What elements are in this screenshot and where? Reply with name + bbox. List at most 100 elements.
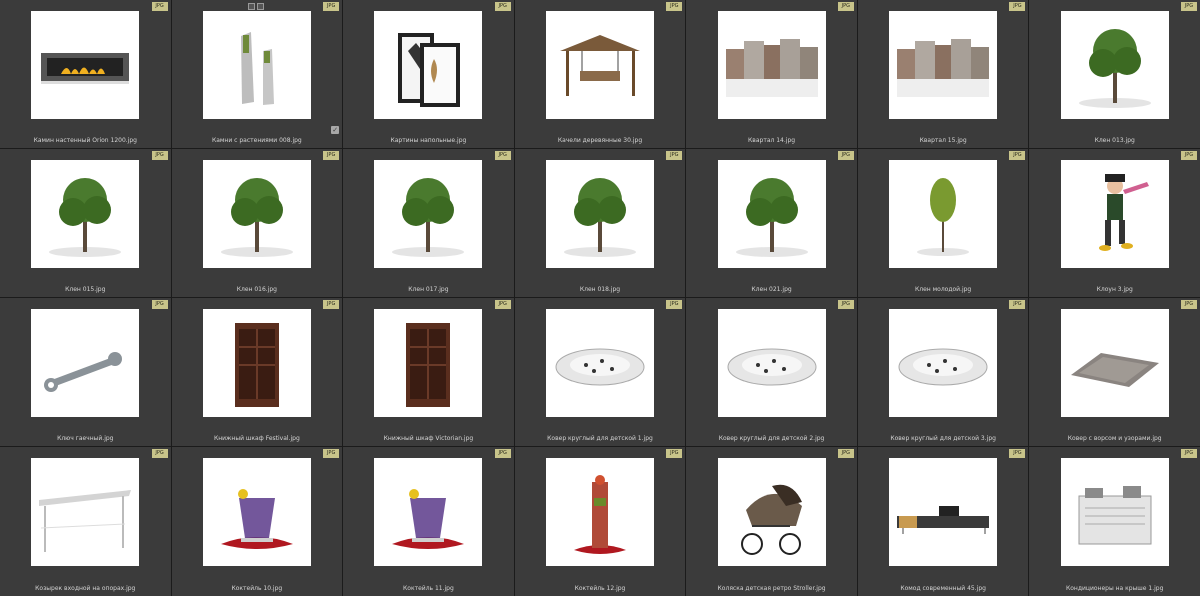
thumbnail-cell[interactable]: JPG Клоун 3.jpg bbox=[1029, 149, 1200, 297]
file-name-label: Коктейль 12.jpg bbox=[574, 585, 626, 592]
paintings-thumbnail-art bbox=[398, 33, 461, 107]
file-name-label: Коктейль 10.jpg bbox=[231, 585, 283, 592]
thumbnail-cell[interactable]: JPG Клен 015.jpg bbox=[0, 149, 171, 297]
thumbnail-toolbar bbox=[247, 3, 264, 10]
thumbnail-cell[interactable]: JPG Квартал 14.jpg bbox=[686, 0, 857, 148]
bookcase-thumbnail[interactable] bbox=[202, 309, 311, 417]
stroller-thumbnail-art bbox=[740, 484, 802, 555]
file-name-label: Ковер круглый для детской 1.jpg bbox=[547, 435, 653, 442]
clown-thumbnail[interactable] bbox=[1060, 160, 1169, 268]
round-rug-thumbnail[interactable] bbox=[889, 309, 998, 417]
thumbnail-cell[interactable]: JPG Качели деревянные 30.jpg bbox=[514, 0, 686, 148]
stones-thumbnail[interactable] bbox=[202, 11, 311, 119]
file-name-label: Козырек входной на опорах.jpg bbox=[35, 585, 136, 592]
tall-cocktail-thumbnail[interactable] bbox=[545, 458, 654, 566]
tree-thumbnail[interactable] bbox=[1060, 11, 1169, 119]
city-block-thumbnail[interactable] bbox=[889, 11, 998, 119]
wrench-thumbnail[interactable] bbox=[31, 309, 140, 417]
file-type-badge: JPG bbox=[666, 2, 683, 11]
file-name-label: Ковер с ворсом и узорами.jpg bbox=[1067, 435, 1162, 442]
thumbnail-cell[interactable]: JPG Клен 021.jpg bbox=[686, 149, 857, 297]
tall-cocktail-thumbnail-art bbox=[573, 475, 626, 554]
city-block-thumbnail[interactable] bbox=[717, 11, 826, 119]
file-type-badge: JPG bbox=[666, 300, 683, 309]
file-name-label: Ключ гаечный.jpg bbox=[57, 435, 114, 442]
thumbnail-cell[interactable]: JPG Коктейль 11.jpg bbox=[343, 447, 514, 596]
tv-stand-thumbnail[interactable] bbox=[889, 458, 998, 566]
thumbnail-cell[interactable]: JPG Клен 018.jpg bbox=[514, 149, 686, 297]
stroller-thumbnail[interactable] bbox=[717, 458, 826, 566]
file-name-label: Картины напольные.jpg bbox=[390, 137, 467, 144]
tree-thumbnail[interactable] bbox=[545, 160, 654, 268]
thumbnail-cell[interactable]: JPG Квартал 15.jpg bbox=[857, 0, 1029, 148]
thumbnail-cell[interactable]: JPG Коктейль 12.jpg bbox=[514, 447, 686, 596]
file-type-badge: JPG bbox=[494, 2, 511, 11]
bookcase-thumbnail[interactable] bbox=[374, 309, 483, 417]
paintings-thumbnail[interactable] bbox=[374, 11, 483, 119]
rug-thumbnail[interactable] bbox=[1060, 309, 1169, 417]
tree-thumbnail[interactable] bbox=[717, 160, 826, 268]
thumbnail-grid: JPG Камин настенный Orion 1200.jpg JPG ✓ Кам… bbox=[0, 0, 1200, 596]
thumbnail-cell[interactable]: JPG Книжный шкаф Victorian.jpg bbox=[343, 298, 514, 446]
file-type-badge: JPG bbox=[1009, 449, 1026, 458]
thumbnail-cell[interactable]: JPG Клен 013.jpg bbox=[1029, 0, 1200, 148]
bookcase-thumbnail-art bbox=[406, 323, 451, 407]
file-type-badge: JPG bbox=[1009, 2, 1026, 11]
tree-thumbnail[interactable] bbox=[374, 160, 483, 268]
clown-thumbnail-art bbox=[1098, 174, 1149, 251]
file-type-badge: JPG bbox=[151, 449, 168, 458]
thumbnail-cell[interactable]: JPG Клен молодой.jpg bbox=[857, 149, 1029, 297]
file-name-label: Клен 021.jpg bbox=[751, 286, 792, 293]
thumbnail-cell[interactable]: JPG Ковер с ворсом и узорами.jpg bbox=[1029, 298, 1200, 446]
young-tree-thumbnail-art bbox=[917, 178, 970, 256]
wrench-thumbnail-art bbox=[44, 352, 123, 392]
thumbnail-cell[interactable]: JPG Комод современный 45.jpg bbox=[857, 447, 1029, 596]
thumbnail-cell[interactable]: JPG Книжный шкаф Festival.jpg bbox=[171, 298, 343, 446]
tree-thumbnail-art bbox=[735, 178, 808, 257]
thumbnail-cell[interactable]: JPG Ковер круглый для детской 3.jpg bbox=[857, 298, 1029, 446]
stones-thumbnail-art bbox=[240, 32, 274, 105]
thumbnail-cell[interactable]: JPG Камин настенный Orion 1200.jpg bbox=[0, 0, 171, 148]
thumbnail-cell[interactable]: JPG Козырек входной на опорах.jpg bbox=[0, 447, 171, 596]
thumbnail-cell[interactable]: JPG Картины напольные.jpg bbox=[343, 0, 514, 148]
round-rug-thumbnail-art bbox=[727, 348, 817, 386]
thumbnail-cell[interactable]: JPG ✓ Камни с растениями 008.jpg bbox=[171, 0, 343, 148]
frame-icon[interactable] bbox=[247, 3, 255, 10]
thumbnail-cell[interactable]: JPG Кондиционеры на крыше 1.jpg bbox=[1029, 447, 1200, 596]
file-type-badge: JPG bbox=[1180, 300, 1197, 309]
cocktail-thumbnail[interactable] bbox=[374, 458, 483, 566]
tree-thumbnail-art bbox=[392, 178, 465, 257]
canopy-thumbnail[interactable] bbox=[31, 458, 140, 566]
thumbnail-cell[interactable]: JPG Клен 017.jpg bbox=[343, 149, 514, 297]
file-name-label: Квартал 15.jpg bbox=[919, 137, 967, 144]
air-conditioner-thumbnail-art bbox=[1078, 486, 1152, 545]
thumbnail-cell[interactable]: JPG Клен 016.jpg bbox=[171, 149, 343, 297]
rug-thumbnail-art bbox=[1070, 353, 1159, 387]
thumbnail-cell[interactable]: JPG Коктейль 10.jpg bbox=[171, 447, 343, 596]
tree-thumbnail[interactable] bbox=[202, 160, 311, 268]
thumbnail-cell[interactable]: JPG Ключ гаечный.jpg bbox=[0, 298, 171, 446]
tree-thumbnail[interactable] bbox=[31, 160, 140, 268]
young-tree-thumbnail[interactable] bbox=[889, 160, 998, 268]
cocktail-thumbnail[interactable] bbox=[202, 458, 311, 566]
file-type-badge: JPG bbox=[151, 151, 168, 160]
round-rug-thumbnail[interactable] bbox=[717, 309, 826, 417]
thumbnail-cell[interactable]: JPG Ковер круглый для детской 2.jpg bbox=[686, 298, 857, 446]
edit-icon[interactable] bbox=[256, 3, 264, 10]
round-rug-thumbnail[interactable] bbox=[545, 309, 654, 417]
fireplace-thumbnail[interactable] bbox=[31, 11, 140, 119]
swing-thumbnail[interactable] bbox=[545, 11, 654, 119]
file-type-badge: JPG bbox=[1180, 449, 1197, 458]
file-type-badge: JPG bbox=[1009, 300, 1026, 309]
file-name-label: Клен 015.jpg bbox=[65, 286, 106, 293]
file-name-label: Ковер круглый для детской 3.jpg bbox=[890, 435, 996, 442]
air-conditioner-thumbnail[interactable] bbox=[1060, 458, 1169, 566]
file-name-label: Книжный шкаф Festival.jpg bbox=[213, 435, 300, 442]
file-type-badge: JPG bbox=[323, 300, 340, 309]
thumbnail-cell[interactable]: JPG Ковер круглый для детской 1.jpg bbox=[514, 298, 686, 446]
file-type-badge: JPG bbox=[494, 151, 511, 160]
thumbnail-cell[interactable]: JPG Коляска детская ретро Stroller.jpg bbox=[686, 447, 857, 596]
tree-thumbnail-art bbox=[220, 178, 293, 257]
file-name-label: Клен молодой.jpg bbox=[915, 286, 972, 293]
selection-checkbox[interactable]: ✓ bbox=[331, 126, 340, 134]
